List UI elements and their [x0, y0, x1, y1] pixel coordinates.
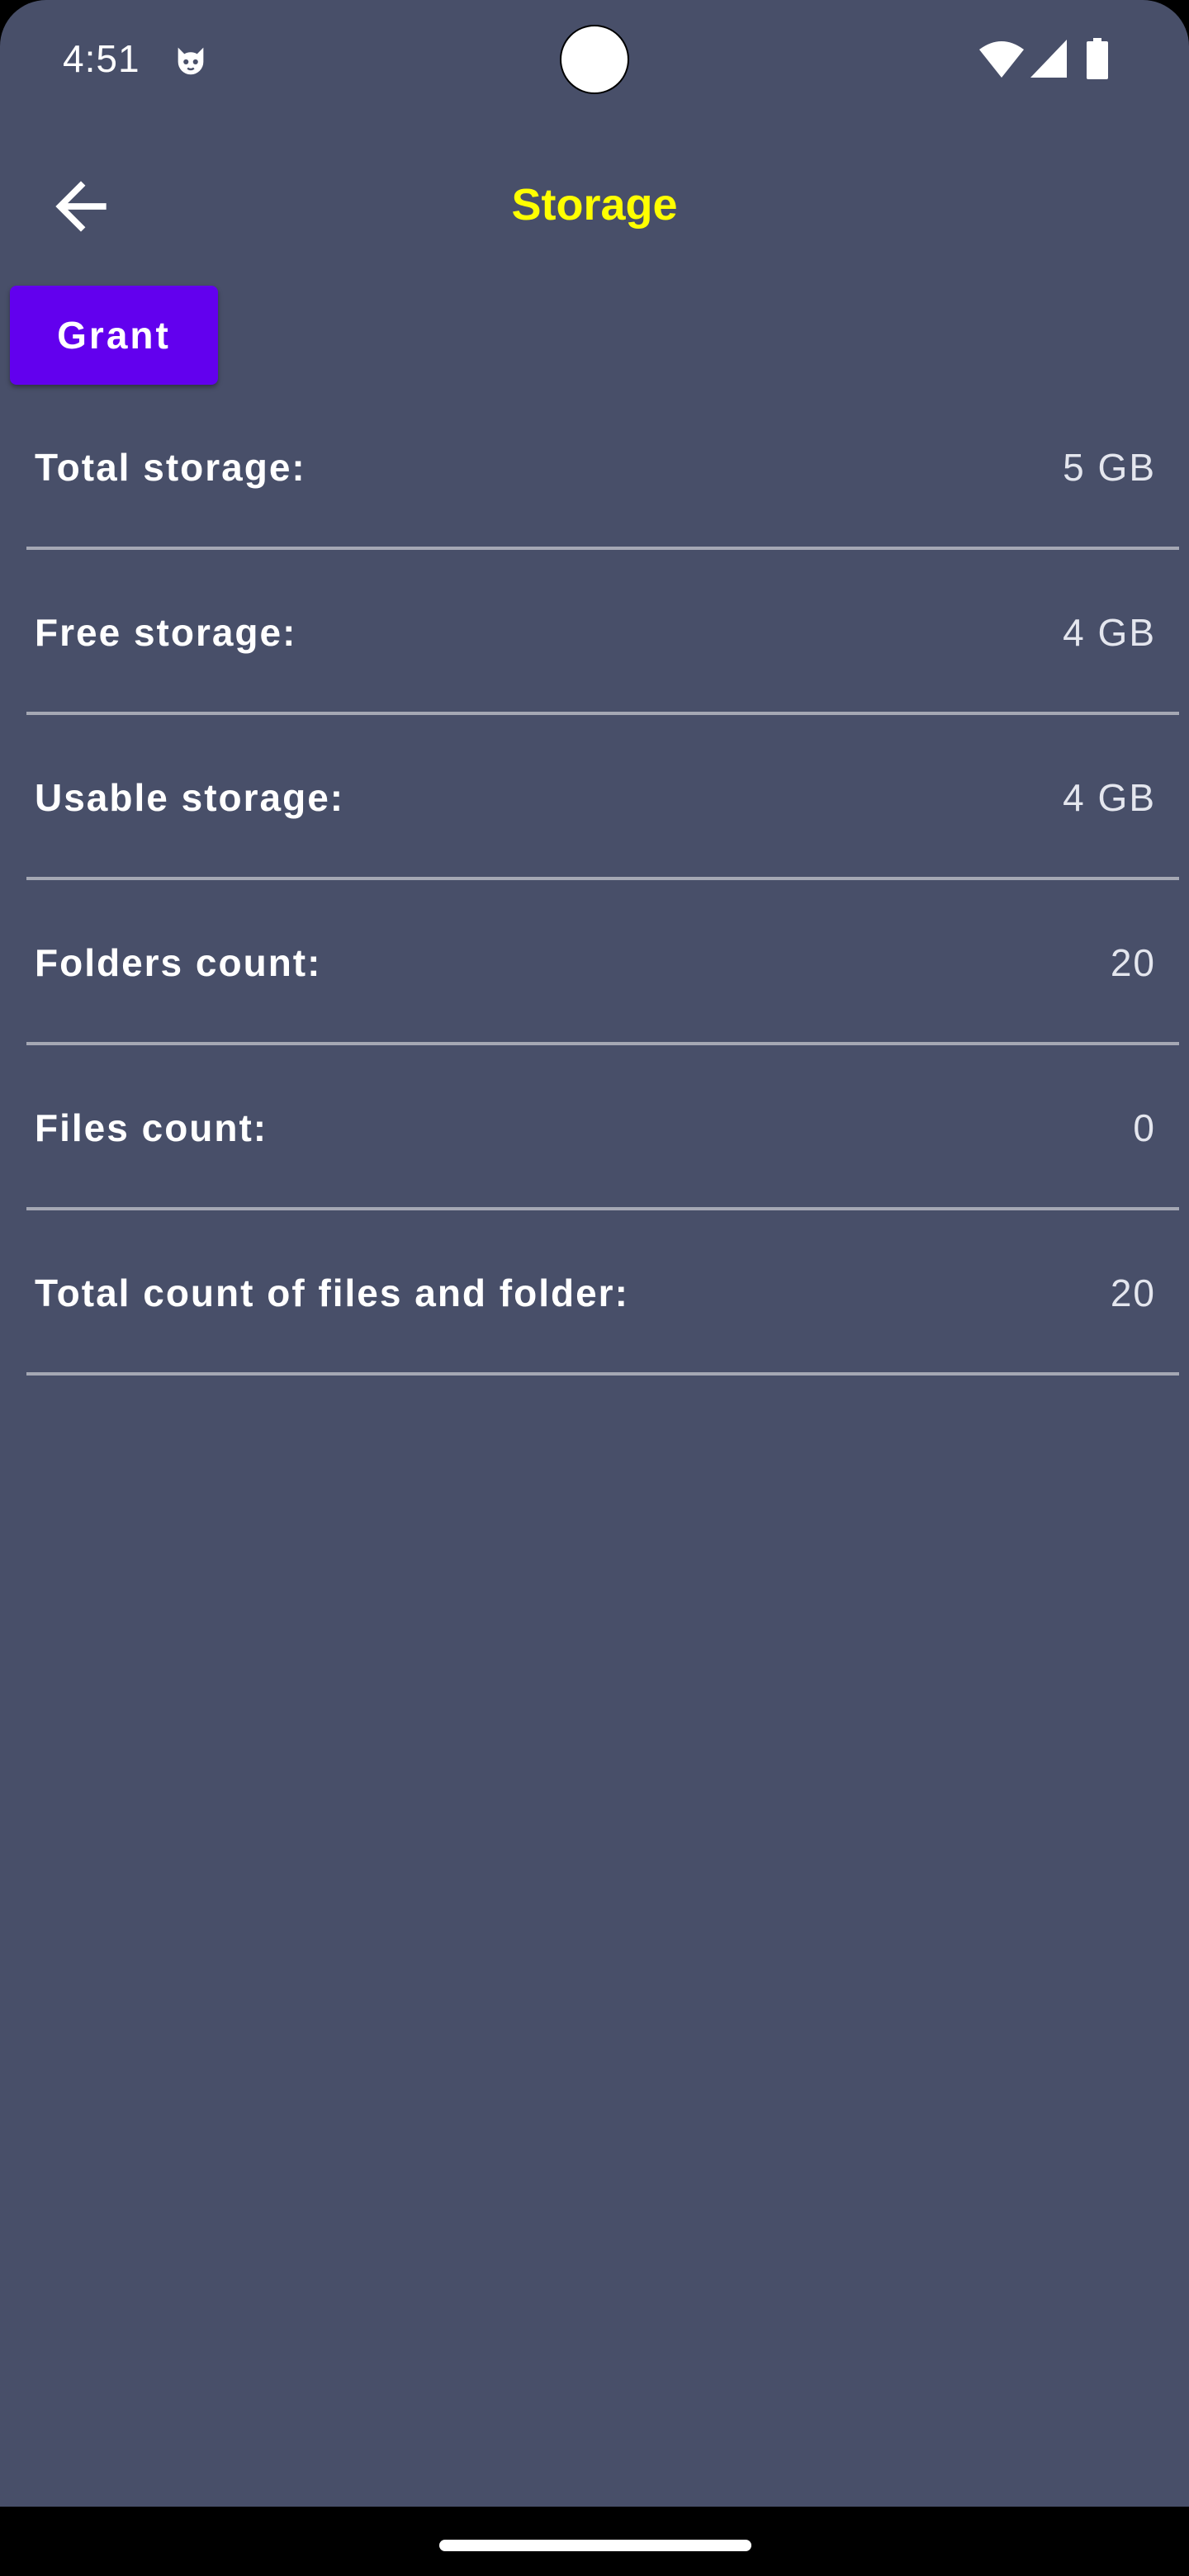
status-time: 4:51	[63, 37, 140, 80]
grant-button[interactable]: Grant	[10, 286, 218, 385]
total-storage-label: Total storage:	[35, 446, 306, 489]
folders-count-value: 20	[1110, 941, 1156, 984]
app-bar: Storage	[0, 140, 1189, 272]
free-storage-value: 4 GB	[1063, 611, 1156, 654]
total-storage-row: Total storage: 5 GB	[26, 385, 1179, 550]
total-count-row: Total count of files and folder: 20	[26, 1210, 1179, 1376]
wifi-icon	[979, 41, 1024, 78]
status-bar: 4:51	[0, 0, 1189, 124]
usable-storage-value: 4 GB	[1063, 776, 1156, 819]
cell-signal-icon	[1030, 40, 1067, 78]
free-storage-row: Free storage: 4 GB	[26, 550, 1179, 715]
total-count-value: 20	[1110, 1271, 1156, 1314]
folders-count-row: Folders count: 20	[26, 880, 1179, 1045]
folders-count-label: Folders count:	[35, 941, 322, 984]
android-cat-icon	[172, 41, 210, 79]
total-count-label: Total count of files and folder:	[35, 1271, 629, 1314]
page-title: Storage	[511, 180, 678, 230]
storage-info-list: Total storage: 5 GB Free storage: 4 GB U…	[26, 385, 1179, 1376]
usable-storage-row: Usable storage: 4 GB	[26, 715, 1179, 880]
navigation-bar	[0, 2507, 1189, 2576]
total-storage-value: 5 GB	[1063, 446, 1156, 489]
screen: 4:51 Storage Grant Total storage: 5 GB F…	[0, 0, 1189, 2507]
battery-icon	[1087, 38, 1108, 79]
files-count-label: Files count:	[35, 1106, 268, 1149]
camera-cutout	[560, 25, 629, 94]
usable-storage-label: Usable storage:	[35, 776, 345, 819]
files-count-row: Files count: 0	[26, 1045, 1179, 1210]
free-storage-label: Free storage:	[35, 611, 297, 654]
files-count-value: 0	[1133, 1106, 1156, 1149]
home-gesture-handle[interactable]	[439, 2540, 751, 2551]
